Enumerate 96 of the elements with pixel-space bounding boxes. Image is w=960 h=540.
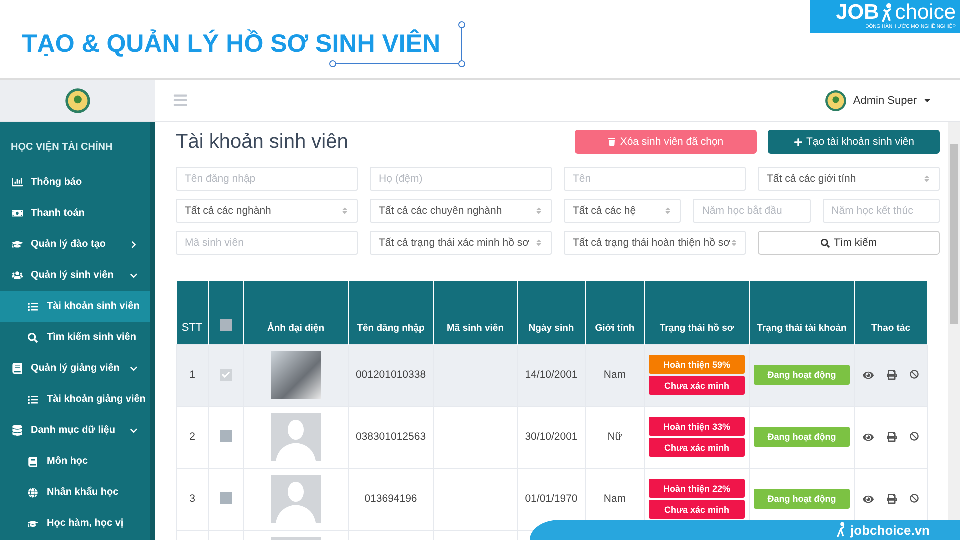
sort-icon xyxy=(730,239,737,247)
ban-icon[interactable] xyxy=(910,494,919,502)
verification-badge: Chưa xác minh xyxy=(649,376,745,395)
sidebar-heading: HỌC VIỆN TÀI CHÍNH xyxy=(10,142,114,155)
birth-date-text: 01/01/1970 xyxy=(525,493,578,505)
gender-text: Nam xyxy=(604,493,626,505)
sidebar-subitem[interactable]: Tìm kiếm sinh viên xyxy=(0,322,150,353)
sidebar-item[interactable]: Thông báo xyxy=(0,167,150,198)
sidebar-subitem[interactable]: Tài khoản giảng viên xyxy=(0,384,150,415)
column-header: Mã sinh viên xyxy=(434,281,518,344)
trash-icon xyxy=(608,138,616,146)
print-icon[interactable] xyxy=(886,370,897,380)
username-text: 013694196 xyxy=(364,493,418,505)
sidebar-item[interactable]: Danh mục dữ liệu xyxy=(0,415,150,446)
username-text: 038301012563 xyxy=(356,431,426,443)
slide-title: TẠO & QUẢN LÝ HỒ SƠ SINH VIÊN xyxy=(22,30,441,58)
filter-dropdown[interactable]: Tất cả trạng thái hoàn thiện hồ sơ xyxy=(564,231,746,255)
view-icon[interactable] xyxy=(863,432,874,442)
figure-icon xyxy=(836,522,846,538)
row-checkbox[interactable] xyxy=(220,430,232,442)
account-status-badge: Đang hoạt động xyxy=(754,365,850,385)
row-number: 1 xyxy=(190,369,196,381)
verification-badge: Chưa xác minh xyxy=(649,500,745,519)
select-all-checkbox[interactable] xyxy=(220,318,232,330)
sidebar-item[interactable]: Thanh toán xyxy=(0,198,150,229)
row-checkbox[interactable] xyxy=(220,492,232,504)
account-status-badge: Đang hoạt động xyxy=(754,489,850,509)
user-menu[interactable]: Admin Super xyxy=(825,90,932,112)
sidebar-item[interactable]: Quản lý đào tạo xyxy=(0,229,150,260)
column-header: Ảnh đại diện xyxy=(244,281,348,344)
filter-dropdown[interactable]: Tất cả các giới tính xyxy=(758,167,940,191)
filter-input[interactable]: Tên đăng nhập xyxy=(176,167,358,191)
emblem-icon xyxy=(64,88,90,114)
chevron-right-icon xyxy=(130,240,138,248)
column-header: Thao tác xyxy=(854,281,928,344)
chevron-down-icon xyxy=(130,364,138,372)
birth-date-text: 14/10/2001 xyxy=(525,369,578,381)
completion-badge: Hoàn thiện 33% xyxy=(649,417,745,436)
chevron-down-icon xyxy=(130,272,138,280)
avatar-silhouette-icon xyxy=(271,474,321,522)
ban-icon[interactable] xyxy=(910,370,919,378)
view-icon[interactable] xyxy=(863,494,874,504)
sort-icon xyxy=(535,239,543,247)
completion-badge: Hoàn thiện 22% xyxy=(649,479,745,498)
column-header: Ngày sinh xyxy=(518,281,586,344)
figure-icon xyxy=(881,3,894,23)
page-title: Tài khoản sinh viên xyxy=(176,130,348,154)
print-icon[interactable] xyxy=(886,494,897,504)
plus-icon xyxy=(794,138,802,146)
filter-dropdown[interactable]: Tất cả các nghành xyxy=(176,199,358,223)
column-header: Giới tính xyxy=(586,281,644,344)
filter-input[interactable]: Tên xyxy=(564,167,746,191)
sort-icon xyxy=(341,207,349,215)
table-row[interactable]: 2 038301012563 30/10/2001 Nữ Hoàn thiện 33% Chưa xác minh Đang hoạt động xyxy=(176,406,928,468)
sidebar-item[interactable]: Quản lý sinh viên xyxy=(0,260,150,291)
column-header: Tên đăng nhập xyxy=(348,281,434,344)
birth-date-text: 30/10/2001 xyxy=(525,431,578,443)
filter-dropdown[interactable]: Tất cả các hệ xyxy=(564,199,682,223)
scrollbar-thumb[interactable] xyxy=(950,144,958,324)
emblem-icon xyxy=(825,90,848,112)
column-header: STT xyxy=(176,281,208,344)
account-status-badge: Đang hoạt động xyxy=(754,427,850,447)
filter-input[interactable]: Năm học kết thúc xyxy=(822,199,940,223)
table-row[interactable]: 1 001201010338 14/10/2001 Nam Hoàn thiện 59% Chưa xác minh Đang hoạt động xyxy=(176,344,928,406)
chevron-down-icon xyxy=(130,426,138,434)
gender-text: Nam xyxy=(604,369,626,381)
row-number: 3 xyxy=(190,493,196,505)
filter-dropdown[interactable]: Tất cả trạng thái xác minh hồ sơ xyxy=(370,231,552,255)
sort-icon xyxy=(664,207,672,215)
gender-text: Nữ xyxy=(608,431,622,443)
sidebar-subitem[interactable]: Nhân khẩu học xyxy=(0,477,150,508)
search-button[interactable]: Tìm kiếm xyxy=(758,231,940,255)
view-icon[interactable] xyxy=(863,370,874,380)
filter-input[interactable]: Họ (đệm) xyxy=(370,167,552,191)
username-text: 001201010338 xyxy=(356,369,426,381)
filter-dropdown[interactable]: Tất cả các chuyên nghành xyxy=(370,199,552,223)
verification-badge: Chưa xác minh xyxy=(649,438,745,457)
ban-icon[interactable] xyxy=(910,432,919,440)
column-header: Trạng thái tài khoản xyxy=(750,281,854,344)
row-checkbox[interactable] xyxy=(220,368,232,380)
column-header: Trạng thái hồ sơ xyxy=(644,281,750,344)
sidebar-subitem[interactable]: Tài khoản sinh viên xyxy=(0,291,150,322)
sort-icon xyxy=(535,207,543,215)
completion-badge: Hoàn thiện 59% xyxy=(649,355,745,374)
row-number: 2 xyxy=(190,431,196,443)
sort-icon xyxy=(923,175,931,183)
filter-input[interactable]: Năm học bắt đầu xyxy=(693,199,811,223)
print-icon[interactable] xyxy=(886,432,897,442)
avatar-silhouette-icon xyxy=(271,412,321,460)
create-button[interactable]: Tạo tài khoản sinh viên xyxy=(768,130,940,154)
photo-placeholder xyxy=(271,350,321,398)
sidebar-item[interactable]: Quản lý giảng viên xyxy=(0,353,150,384)
filter-input[interactable]: Mã sinh viên xyxy=(176,231,358,255)
sidebar-subitem[interactable]: Môn học xyxy=(0,446,150,477)
sidebar-subitem[interactable]: Học hàm, học vị xyxy=(0,508,150,539)
search-icon xyxy=(820,238,830,248)
